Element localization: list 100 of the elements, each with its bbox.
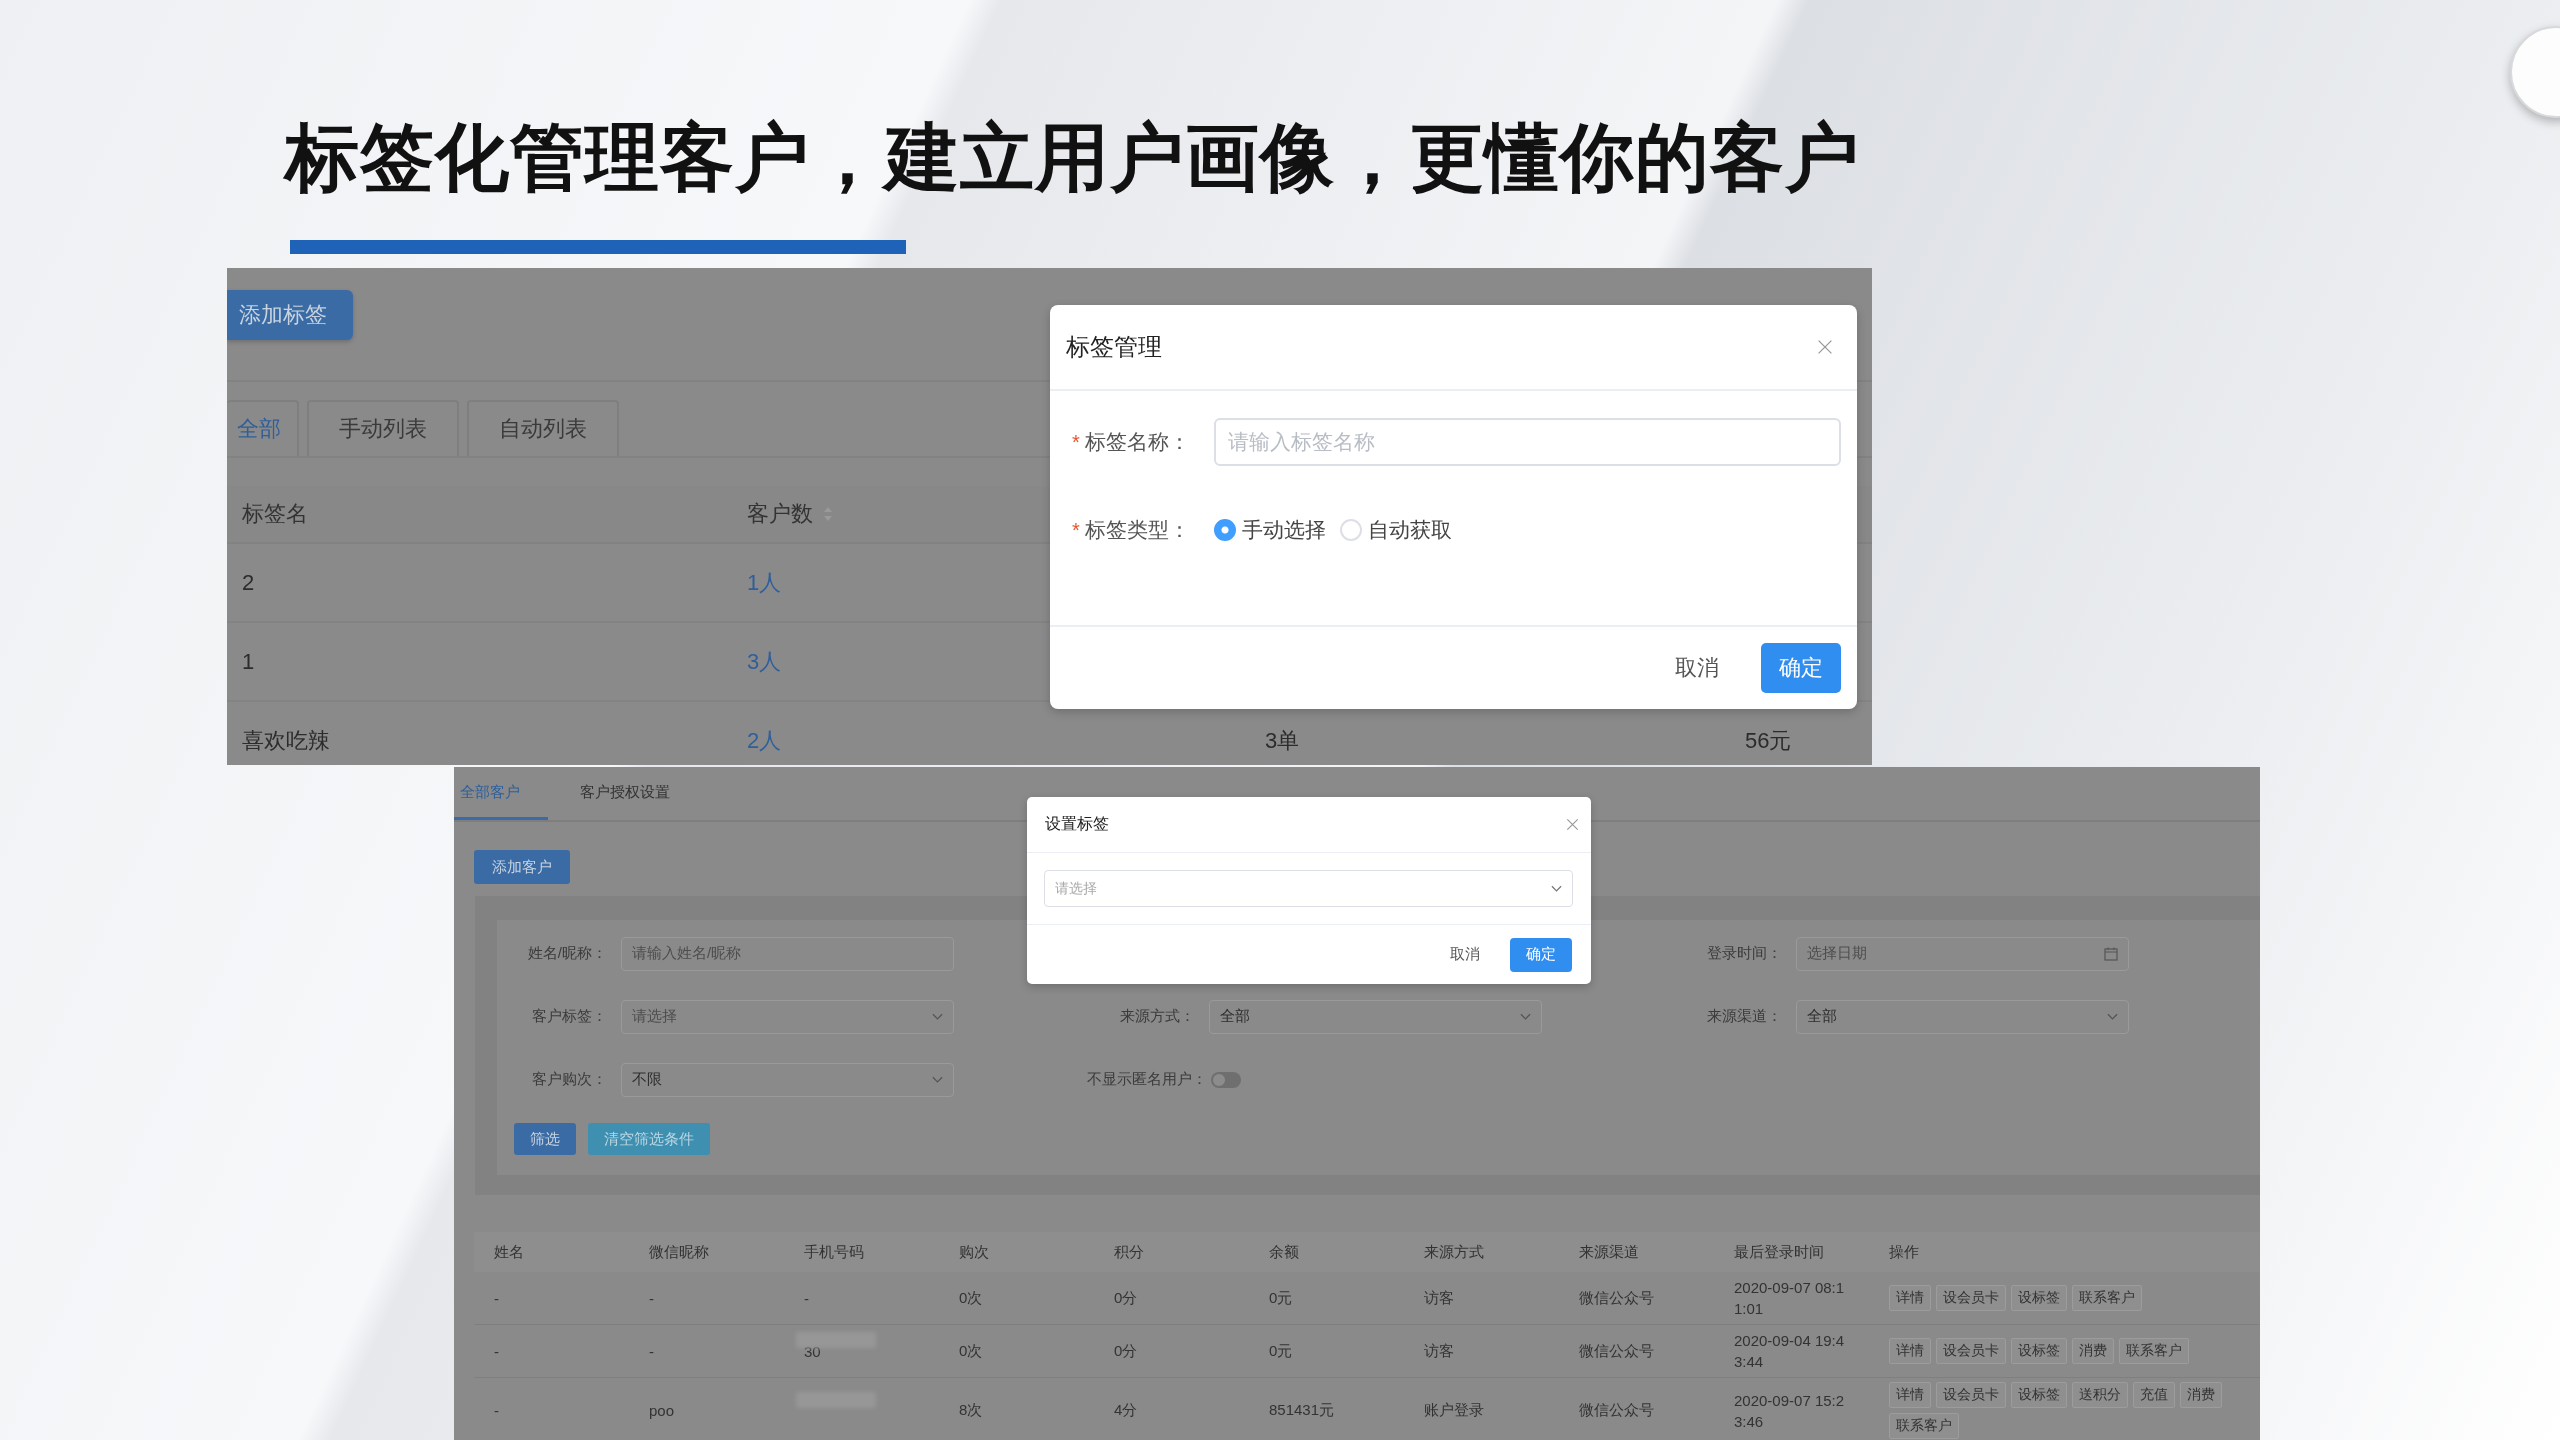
table-cell: - bbox=[804, 1289, 809, 1307]
calendar-icon bbox=[2104, 946, 2119, 961]
field-label: 标签类型： bbox=[1084, 517, 1190, 543]
action-button[interactable]: 设会员卡 bbox=[1936, 1285, 2006, 1311]
select-field[interactable]: 请选择 bbox=[1044, 870, 1573, 907]
column-header: 余额 bbox=[1269, 1242, 1299, 1260]
action-button[interactable]: 消费 bbox=[2180, 1382, 2222, 1408]
confirm-button[interactable]: 确定 bbox=[1510, 937, 1572, 972]
table-cell: 账户登录 bbox=[1424, 1401, 1484, 1420]
table-cell: 微信公众号 bbox=[1579, 1288, 1654, 1308]
table-cell: 1 bbox=[242, 648, 255, 674]
table-cell: 56元 bbox=[1745, 727, 1792, 753]
column-header: 微信昵称 bbox=[649, 1242, 709, 1260]
filter-label: 不显示匿名用户： bbox=[1087, 1070, 1207, 1087]
table-cell: 0次 bbox=[959, 1341, 983, 1361]
table-cell: 3单 bbox=[1265, 727, 1300, 753]
close-icon[interactable] bbox=[1817, 339, 1833, 355]
action-button[interactable]: 详情 bbox=[1889, 1382, 1931, 1408]
table-cell: poo bbox=[649, 1402, 675, 1419]
close-icon[interactable] bbox=[1566, 818, 1579, 831]
table-cell: 851431元 bbox=[1269, 1401, 1335, 1420]
radio-label[interactable]: 手动选择 bbox=[1241, 516, 1326, 544]
chevron-down-icon bbox=[2107, 1012, 2119, 1021]
action-button[interactable]: 联系客户 bbox=[1889, 1413, 1959, 1439]
action-button[interactable]: 设标签 bbox=[2011, 1382, 2067, 1408]
column-header: 购次 bbox=[959, 1242, 989, 1260]
column-header: 来源渠道 bbox=[1579, 1242, 1639, 1260]
slide-title: 标签化管理客户，建立用户画像，更懂你的客户 bbox=[285, 115, 1860, 201]
table-cell: 访客 bbox=[1424, 1341, 1454, 1361]
select-field[interactable]: 全部 bbox=[1796, 999, 2130, 1034]
add-tag-button[interactable]: 添加标签 bbox=[227, 290, 353, 340]
field-label: 标签名称： bbox=[1084, 429, 1190, 455]
table-cell: 2 bbox=[242, 569, 255, 595]
action-button[interactable]: 充值 bbox=[2133, 1382, 2175, 1408]
radio-label[interactable]: 自动获取 bbox=[1367, 516, 1452, 544]
table-cell: - bbox=[494, 1289, 499, 1307]
action-button[interactable]: 消费 bbox=[2072, 1338, 2114, 1364]
column-header: 最后登录时间 bbox=[1734, 1242, 1824, 1260]
table-cell: 微信公众号 bbox=[1579, 1341, 1654, 1361]
required-mark: * bbox=[1072, 430, 1080, 454]
tab[interactable]: 手动列表 bbox=[307, 400, 459, 456]
action-button[interactable]: 设会员卡 bbox=[1936, 1382, 2006, 1408]
action-button[interactable]: 设会员卡 bbox=[1936, 1338, 2006, 1364]
select-field[interactable]: 不限 bbox=[621, 1062, 954, 1097]
select-field[interactable]: 全部 bbox=[1208, 999, 1542, 1034]
filter-label: 姓名/昵称： bbox=[527, 944, 607, 961]
table-cell: 0元 bbox=[1269, 1288, 1293, 1308]
table-cell: 微信公众号 bbox=[1579, 1401, 1654, 1420]
table-cell: 4分 bbox=[1114, 1401, 1138, 1420]
action-button[interactable]: 设标签 bbox=[2011, 1338, 2067, 1364]
action-button[interactable]: 详情 bbox=[1889, 1338, 1931, 1364]
table-cell-text: 2020-09-04 19:43:44 bbox=[1734, 1331, 1846, 1372]
cancel-button[interactable]: 取消 bbox=[1434, 937, 1496, 972]
action-button[interactable]: 联系客户 bbox=[2072, 1285, 2142, 1311]
table-cell: - bbox=[649, 1289, 654, 1307]
cancel-button[interactable]: 取消 bbox=[1657, 643, 1737, 693]
table-cell: 0分 bbox=[1114, 1341, 1138, 1361]
confirm-button[interactable]: 确定 bbox=[1761, 643, 1841, 693]
tab[interactable]: 客户授权设置 bbox=[574, 767, 676, 820]
table-cell: 0元 bbox=[1269, 1341, 1293, 1361]
tab[interactable]: 自动列表 bbox=[467, 400, 619, 456]
column-header: 标签名 bbox=[242, 500, 308, 528]
table-cell: 0次 bbox=[959, 1288, 983, 1308]
input-field[interactable]: 请输入姓名/昵称 bbox=[621, 936, 954, 971]
table-cell-text: 2020-09-07 15:23:46 bbox=[1734, 1390, 1846, 1432]
chevron-down-icon bbox=[932, 1075, 943, 1084]
filter-label: 客户标签： bbox=[532, 1007, 607, 1024]
table-cell: 30 bbox=[804, 1342, 821, 1360]
filter-label: 客户购次： bbox=[532, 1070, 607, 1087]
column-header: 客户数 bbox=[747, 500, 813, 528]
dialog-title: 标签管理 bbox=[1066, 332, 1162, 362]
table-cell: - bbox=[494, 1402, 499, 1419]
required-mark: * bbox=[1072, 518, 1080, 542]
action-button[interactable]: 联系客户 bbox=[2119, 1338, 2189, 1364]
table-cell: 访客 bbox=[1424, 1288, 1454, 1308]
column-header: 积分 bbox=[1114, 1242, 1144, 1260]
select-field[interactable]: 请选择 bbox=[621, 999, 954, 1034]
clear-filter-button[interactable]: 清空筛选条件 bbox=[588, 1123, 710, 1155]
tag-name-input[interactable]: 请输入标签名称 bbox=[1213, 418, 1841, 466]
column-header: 操作 bbox=[1889, 1242, 1919, 1260]
radio-button[interactable] bbox=[1213, 519, 1236, 541]
date-field[interactable]: 选择日期 bbox=[1796, 936, 2130, 971]
filter-label: 来源方式： bbox=[1119, 1007, 1195, 1024]
add-customer-button[interactable]: 添加客户 bbox=[474, 850, 570, 884]
filter-label: 登录时间： bbox=[1707, 944, 1783, 961]
table-cell: 8次 bbox=[959, 1401, 983, 1420]
action-button[interactable]: 设标签 bbox=[2011, 1285, 2067, 1311]
chevron-down-icon bbox=[1551, 884, 1562, 893]
toggle-switch[interactable] bbox=[1211, 1071, 1241, 1088]
table-cell: - bbox=[494, 1342, 499, 1360]
column-header: 姓名 bbox=[494, 1242, 524, 1260]
table-cell-text: 2020-09-07 08:11:01 bbox=[1734, 1278, 1846, 1319]
dialog-title: 设置标签 bbox=[1045, 814, 1109, 834]
action-button[interactable]: 详情 bbox=[1889, 1285, 1931, 1311]
column-header: 手机号码 bbox=[804, 1242, 864, 1260]
filter-label: 来源渠道： bbox=[1707, 1007, 1783, 1024]
table-cell: - bbox=[649, 1342, 654, 1360]
table-cell: 0分 bbox=[1114, 1288, 1138, 1308]
filter-button[interactable]: 筛选 bbox=[514, 1123, 576, 1155]
action-button[interactable]: 送积分 bbox=[2072, 1382, 2128, 1408]
